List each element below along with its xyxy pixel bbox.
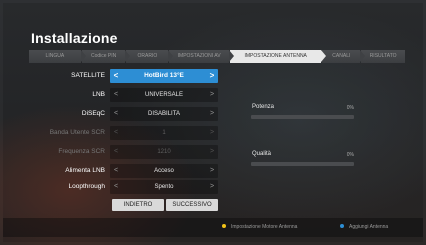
blue-key-label: Aggiungi Antenna	[349, 224, 389, 230]
setting-alimenta-lnb[interactable]: Alimenta LNB < Acceso >	[29, 164, 219, 178]
power-value: 0%	[346, 105, 354, 111]
setting-value: HotBird 13°E	[144, 72, 184, 79]
lnb-selector[interactable]: < UNIVERSALE >	[110, 88, 218, 102]
setting-loopthrough[interactable]: Loopthrough < Spento >	[29, 180, 219, 194]
setting-label: Frequenza SCR	[58, 148, 105, 155]
setting-frequenza-scr: Frequenza SCR < 1210 >	[29, 145, 219, 159]
chevron-left-icon[interactable]: <	[111, 180, 121, 194]
page-title: Installazione	[31, 30, 118, 46]
frequenza-selector: < 1210 >	[110, 145, 218, 159]
tv-screen: Installazione LINGUA Codice PIN ORARIO I…	[0, 0, 426, 245]
setting-label: Loopthrough	[68, 183, 105, 190]
step-codice-pin: Codice PIN	[81, 50, 131, 63]
blue-dot-icon	[340, 224, 344, 229]
yellow-key-label: Impostazione Motore Antenna	[231, 224, 298, 230]
step-impostazione-antenna: IMPOSTAZIONE ANTENNA	[229, 50, 326, 63]
chevron-left-icon[interactable]: <	[111, 107, 121, 121]
chevron-left-icon[interactable]: <	[111, 164, 121, 178]
setting-diseqc[interactable]: DiSEqC < DISABILITA >	[29, 107, 219, 121]
chevron-right-icon: >	[209, 148, 215, 155]
setting-value: UNIVERSALE	[144, 92, 183, 98]
chevron-right-icon[interactable]: >	[207, 88, 217, 102]
power-meter	[251, 115, 354, 119]
step-risultato: RISULTATO	[361, 50, 405, 63]
loopthrough-selector[interactable]: < Spento >	[110, 180, 218, 194]
setting-value: 1210	[157, 149, 171, 155]
step-orario: ORARIO	[126, 50, 174, 63]
setting-value: Acceso	[154, 168, 174, 174]
chevron-left-icon[interactable]: <	[111, 69, 121, 83]
quality-value: 0%	[346, 152, 354, 158]
chevron-right-icon[interactable]: >	[207, 69, 217, 83]
chevron-left-icon: <	[113, 129, 119, 136]
setting-satellite[interactable]: SATELLITE < HotBird 13°E >	[29, 69, 219, 83]
yellow-dot-icon	[222, 224, 226, 229]
setting-label: Banda Utente SCR	[49, 129, 105, 136]
chevron-left-icon[interactable]: <	[111, 88, 121, 102]
step-lingua: LINGUA	[29, 50, 86, 63]
blue-key-hint[interactable]: Aggiungi Antenna	[340, 224, 388, 231]
diseqc-selector[interactable]: < DISABILITA >	[110, 107, 218, 121]
setting-value: Spento	[154, 184, 174, 190]
chevron-right-icon[interactable]: >	[207, 107, 217, 121]
chevron-left-icon: <	[113, 148, 119, 155]
step-impostazioni-av: IMPOSTAZIONI AV	[169, 50, 234, 63]
setting-label: LNB	[92, 91, 105, 98]
step-canali: CANALI	[322, 50, 366, 63]
quality-label: Qualità	[252, 151, 272, 157]
satellite-selector[interactable]: < HotBird 13°E >	[110, 69, 218, 83]
yellow-key-hint[interactable]: Impostazione Motore Antenna	[222, 224, 297, 231]
quality-meter	[251, 162, 354, 166]
alimenta-lnb-selector[interactable]: < Acceso >	[110, 164, 218, 178]
chevron-right-icon: >	[209, 129, 215, 136]
banda-utente-selector: < 1 >	[110, 126, 218, 140]
setting-lnb[interactable]: LNB < UNIVERSALE >	[29, 88, 219, 102]
setting-label: DiSEqC	[81, 110, 105, 117]
next-button[interactable]: SUCCESSIVO	[166, 199, 218, 211]
chevron-right-icon[interactable]: >	[207, 180, 217, 194]
setting-label: SATELLITE	[71, 72, 105, 79]
setting-value: DISABILITA	[148, 111, 180, 117]
setting-value: 1	[162, 130, 166, 136]
power-label: Potenza	[252, 104, 275, 110]
wizard-steps: LINGUA Codice PIN ORARIO IMPOSTAZIONI AV…	[29, 50, 406, 63]
chevron-right-icon[interactable]: >	[207, 164, 217, 178]
setting-banda-utente-scr: Banda Utente SCR < 1 >	[29, 126, 219, 140]
back-button[interactable]: INDIETRO	[112, 199, 164, 211]
setting-label: Alimenta LNB	[65, 167, 105, 174]
